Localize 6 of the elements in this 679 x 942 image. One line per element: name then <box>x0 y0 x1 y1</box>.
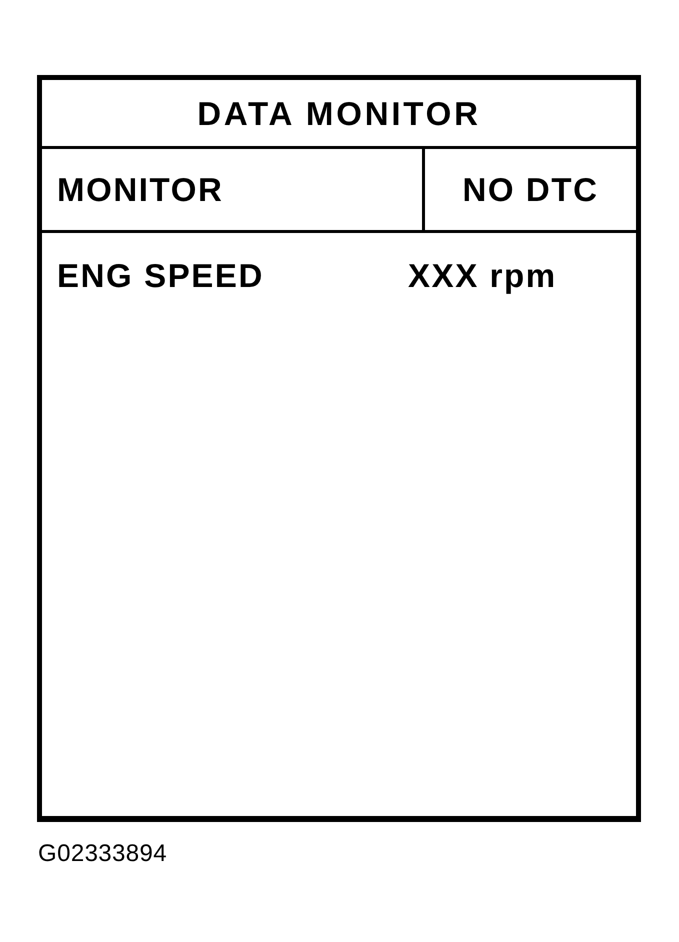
parameter-value: XXX rpm <box>408 259 557 292</box>
parameter-name: ENG SPEED <box>57 259 264 292</box>
screen-title: DATA MONITOR <box>197 96 481 130</box>
figure-code: G02333894 <box>38 842 168 866</box>
dtc-status: NO DTC <box>462 173 599 206</box>
mode-label: MONITOR <box>57 173 224 206</box>
